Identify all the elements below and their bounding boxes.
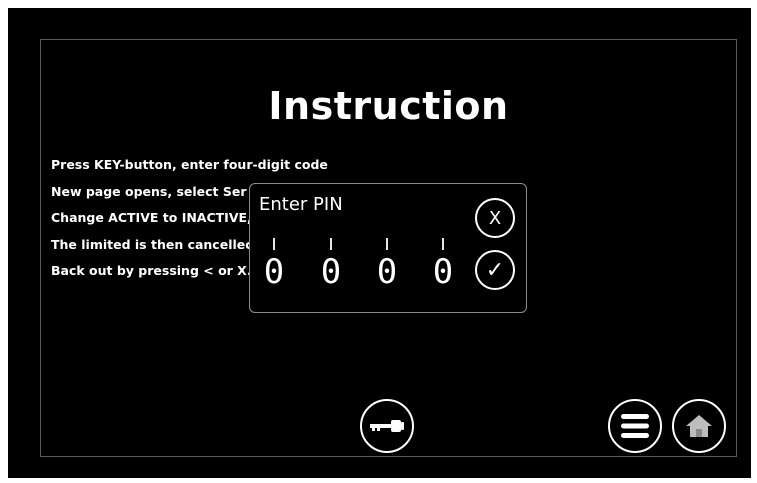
pin-digit-1[interactable]: 0 [259,238,289,298]
key-icon [370,420,404,432]
instruction-screen: Instruction Press KEY-button, enter four… [40,39,737,457]
digit-scroll-indicator [330,238,332,250]
digit-scroll-indicator [386,238,388,250]
pin-digit-4[interactable]: 0 [428,238,458,298]
home-button[interactable] [672,399,726,453]
confirm-button[interactable]: ✓ [475,250,515,290]
checkmark-icon: ✓ [485,257,505,283]
dialog-title: Enter PIN [259,194,343,215]
menu-button[interactable] [608,399,662,453]
digit-value: 0 [320,252,342,292]
pin-dialog: Enter PIN 0 0 0 0 X ✓ [249,183,527,313]
key-button[interactable] [360,399,414,453]
pin-digit-3[interactable]: 0 [372,238,402,298]
page-title: Instruction [268,84,509,128]
digit-value: 0 [432,252,454,292]
pin-digit-2[interactable]: 0 [316,238,346,298]
instruction-line: Press KEY-button, enter four-digit code [51,157,328,172]
device-frame: Instruction Press KEY-button, enter four… [8,8,751,478]
home-icon [686,415,712,437]
close-icon: X [488,207,502,229]
digit-scroll-indicator [273,238,275,250]
digit-value: 0 [263,252,285,292]
digit-scroll-indicator [442,238,444,250]
close-button[interactable]: X [475,198,515,238]
menu-icon [621,414,649,438]
digit-value: 0 [376,252,398,292]
